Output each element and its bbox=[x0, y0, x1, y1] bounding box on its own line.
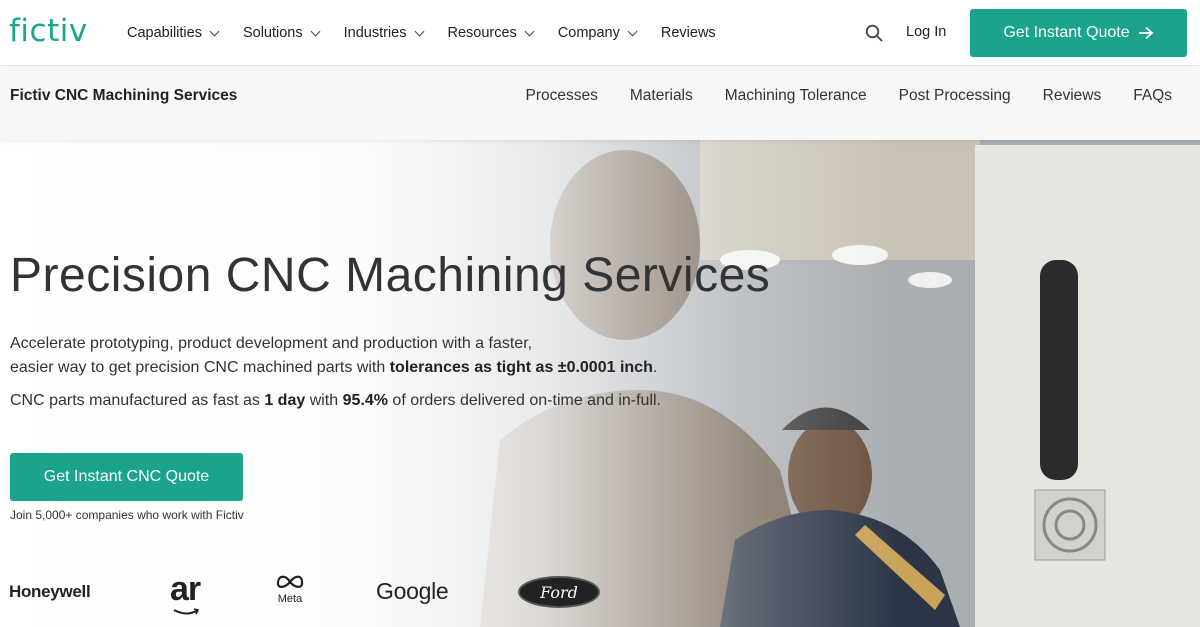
menu-label: Resources bbox=[447, 25, 517, 41]
menu-capabilities[interactable]: Capabilities bbox=[127, 25, 220, 41]
menu-company[interactable]: Company bbox=[557, 25, 638, 41]
chevron-down-icon bbox=[209, 26, 220, 36]
menu-label: Solutions bbox=[242, 25, 303, 41]
search-icon[interactable] bbox=[865, 24, 883, 42]
stats-lead-time: 1 day bbox=[264, 392, 306, 409]
hero-description: Accelerate prototyping, product developm… bbox=[10, 332, 710, 380]
stats-text: with bbox=[305, 392, 343, 409]
chevron-down-icon bbox=[524, 26, 535, 36]
hero-title: Precision CNC Machining Services bbox=[10, 249, 771, 302]
subnav-link-machining-tolerance[interactable]: Machining Tolerance bbox=[725, 87, 867, 105]
main-menu: Capabilities Solutions Industries Resour… bbox=[127, 0, 741, 66]
hero-stats: CNC parts manufactured as fast as 1 day … bbox=[10, 392, 661, 410]
top-navigation: fictiv Capabilities Solutions Industries… bbox=[0, 0, 1200, 66]
customer-logos: Honeywell ar Meta Google Ford bbox=[0, 570, 700, 620]
cta-label: Get Instant Quote bbox=[1003, 24, 1130, 41]
subnav-link-post-processing[interactable]: Post Processing bbox=[899, 87, 1011, 105]
get-instant-quote-button[interactable]: Get Instant Quote bbox=[970, 9, 1187, 57]
chevron-down-icon bbox=[414, 26, 424, 36]
menu-label: Capabilities bbox=[127, 25, 202, 41]
stats-on-time-rate: 95.4% bbox=[342, 392, 388, 409]
arrow-right-icon bbox=[1138, 26, 1153, 40]
chevron-down-icon bbox=[627, 26, 638, 36]
tolerance-highlight: tolerances as tight as ±0.0001 inch bbox=[389, 359, 653, 376]
hero-description-line2: easier way to get precision CNC machined… bbox=[10, 359, 390, 376]
subnav-links: Processes Materials Machining Tolerance … bbox=[494, 87, 1173, 105]
menu-label: Industries bbox=[343, 25, 407, 41]
hero-gradient-overlay bbox=[0, 140, 1200, 627]
menu-resources[interactable]: Resources bbox=[447, 25, 535, 41]
fictiv-logo[interactable]: fictiv bbox=[9, 13, 88, 49]
stats-text: of orders delivered on-time and in-full. bbox=[387, 392, 661, 409]
meta-logo-text: Meta bbox=[277, 593, 303, 605]
menu-label: Company bbox=[557, 25, 620, 41]
sub-navigation: Fictiv CNC Machining Services Processes … bbox=[0, 66, 1200, 140]
meta-infinity-icon bbox=[276, 575, 304, 588]
ford-logo: Ford bbox=[518, 576, 600, 608]
get-instant-cnc-quote-button[interactable]: Get Instant CNC Quote bbox=[10, 453, 243, 501]
chevron-down-icon bbox=[310, 26, 321, 36]
subnav-link-reviews[interactable]: Reviews bbox=[1043, 87, 1102, 105]
honeywell-logo: Honeywell bbox=[9, 582, 91, 601]
google-logo: Google bbox=[376, 578, 449, 604]
subnav-link-materials[interactable]: Materials bbox=[630, 87, 693, 105]
menu-solutions[interactable]: Solutions bbox=[242, 25, 321, 41]
hero-description-period: . bbox=[652, 359, 658, 376]
social-proof-text: Join 5,000+ companies who work with Fict… bbox=[10, 508, 244, 522]
meta-logo: Meta bbox=[272, 574, 308, 605]
subnav-link-processes[interactable]: Processes bbox=[526, 87, 598, 105]
ar-logo: ar bbox=[170, 570, 201, 615]
login-link[interactable]: Log In bbox=[906, 24, 946, 40]
menu-label: Reviews bbox=[660, 25, 716, 41]
subnav-title: Fictiv CNC Machining Services bbox=[10, 87, 238, 104]
ar-smile-icon bbox=[173, 608, 200, 615]
menu-reviews[interactable]: Reviews bbox=[661, 25, 716, 41]
subnav-link-faqs[interactable]: FAQs bbox=[1133, 87, 1172, 105]
ar-logo-text: ar bbox=[170, 570, 201, 608]
stats-text: CNC parts manufactured as fast as bbox=[10, 392, 265, 409]
menu-industries[interactable]: Industries bbox=[343, 25, 424, 41]
hero-section: Precision CNC Machining Services Acceler… bbox=[0, 140, 1200, 627]
hero-description-line1: Accelerate prototyping, product developm… bbox=[10, 335, 533, 352]
